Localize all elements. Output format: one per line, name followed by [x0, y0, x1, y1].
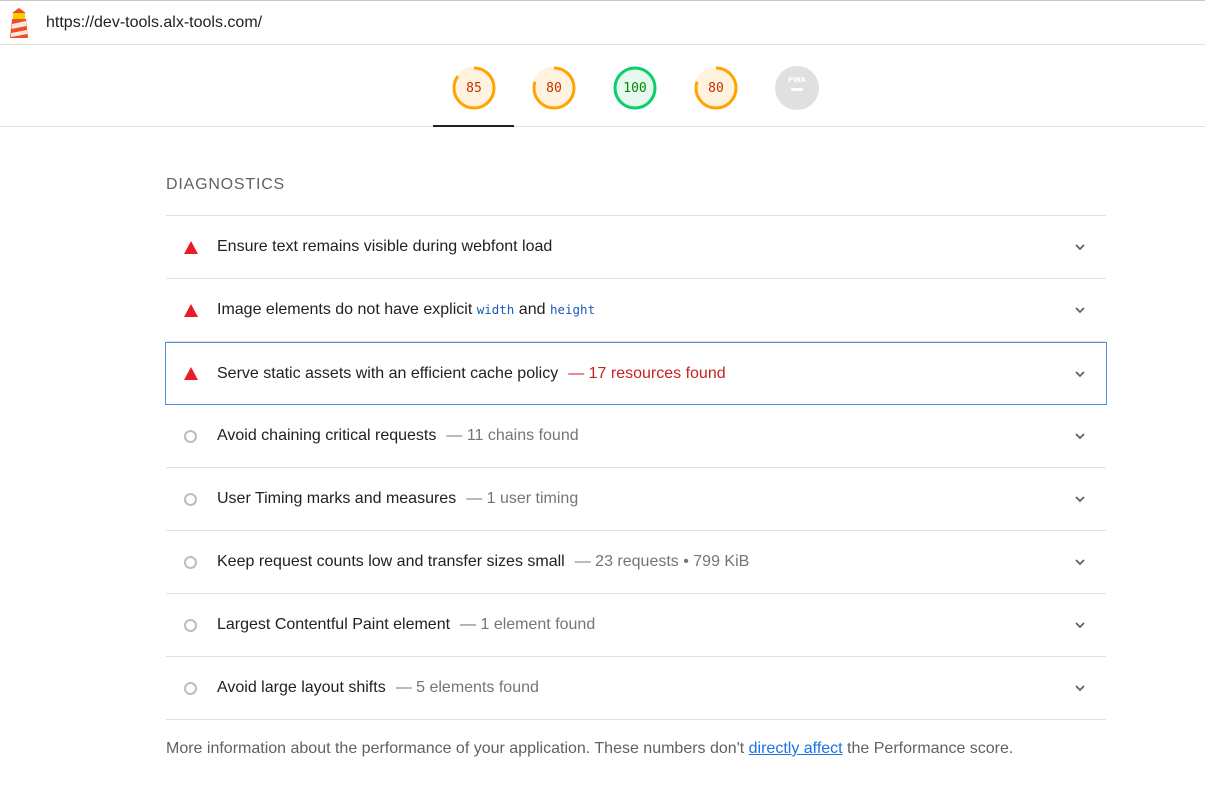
pwa-badge-icon: PWA: [775, 66, 819, 110]
audit-unsized-images[interactable]: Image elements do not have explicit widt…: [166, 279, 1106, 342]
top-bar: https://dev-tools.alx-tools.com/: [0, 0, 1205, 45]
audit-display-value: — 1 element found: [460, 616, 596, 633]
gauge-score: 100: [623, 80, 647, 96]
audit-critical-chains[interactable]: Avoid chaining critical requests — 11 cha…: [166, 405, 1106, 468]
audit-title: Serve static assets with an efficient ca…: [217, 364, 726, 382]
gauge-score: 85: [466, 80, 482, 96]
chevron-down-icon[interactable]: [1074, 619, 1086, 631]
audit-resource-summary[interactable]: Keep request counts low and transfer siz…: [166, 531, 1106, 594]
chevron-down-icon[interactable]: [1074, 304, 1086, 316]
diagnostics-title: DIAGNOSTICS: [166, 176, 286, 193]
chevron-down-icon[interactable]: [1074, 241, 1086, 253]
gauge-score: 80: [546, 80, 562, 96]
gauge-best-practices[interactable]: 100: [612, 65, 658, 111]
audit-title: User Timing marks and measures — 1 user t…: [217, 490, 579, 507]
info-circle-icon: [184, 492, 197, 506]
info-circle-icon: [184, 555, 197, 569]
audit-display-value: — 5 elements found: [395, 679, 539, 696]
directly-affect-link[interactable]: directly affect: [749, 740, 843, 757]
code-height: height: [549, 302, 596, 317]
audit-cache-policy[interactable]: Serve static assets with an efficient ca…: [165, 342, 1107, 405]
audit-title: Keep request counts low and transfer siz…: [217, 553, 750, 570]
gauge-pwa[interactable]: PWA: [774, 65, 820, 111]
chevron-down-icon[interactable]: [1074, 368, 1086, 380]
info-circle-icon: [184, 681, 197, 695]
gauge-accessibility[interactable]: 80: [531, 65, 577, 111]
pwa-label: PWA: [788, 76, 807, 84]
gauge-seo[interactable]: 80: [693, 65, 739, 111]
audit-font-display[interactable]: Ensure text remains visible during webfo…: [166, 216, 1106, 279]
audit-display-value: — 17 resources found: [568, 364, 726, 382]
active-gauge-underline: [433, 125, 514, 127]
audit-title: Ensure text remains visible during webfo…: [217, 238, 553, 255]
chevron-down-icon[interactable]: [1074, 493, 1086, 505]
diagnostics-footer-note: More information about the performance o…: [166, 740, 1014, 757]
gauge-score: 80: [708, 80, 724, 96]
chevron-down-icon[interactable]: [1074, 556, 1086, 568]
audit-title: Largest Contentful Paint element — 1 elem…: [217, 616, 596, 633]
audit-title: Avoid chaining critical requests — 11 cha…: [217, 427, 579, 444]
audit-title: Avoid large layout shifts — 5 elements fo…: [217, 679, 539, 696]
fail-triangle-icon: [184, 367, 198, 380]
chevron-down-icon[interactable]: [1074, 430, 1086, 442]
audit-display-value: — 23 requests • 799 KiB: [574, 553, 750, 570]
code-width: width: [476, 302, 515, 317]
fail-triangle-icon: [184, 240, 198, 254]
gauge-performance[interactable]: 85: [451, 65, 497, 111]
diagnostics-list: Ensure text remains visible during webfo…: [165, 215, 1107, 720]
info-circle-icon: [184, 429, 197, 443]
page-url: https://dev-tools.alx-tools.com/: [46, 14, 263, 31]
lighthouse-logo-icon: [10, 8, 28, 38]
audit-title: Image elements do not have explicit widt…: [217, 301, 596, 318]
info-circle-icon: [184, 618, 197, 632]
audit-lcp-element[interactable]: Largest Contentful Paint element — 1 elem…: [166, 594, 1106, 657]
score-gauges-bar: 85 80 100 80 PWA: [0, 45, 1205, 127]
audit-layout-shifts[interactable]: Avoid large layout shifts — 5 elements fo…: [166, 657, 1106, 720]
audit-display-value: — 11 chains found: [446, 427, 579, 444]
fail-triangle-icon: [184, 303, 198, 317]
audit-user-timings[interactable]: User Timing marks and measures — 1 user t…: [166, 468, 1106, 531]
chevron-down-icon[interactable]: [1074, 682, 1086, 694]
audit-display-value: — 1 user timing: [466, 490, 579, 507]
